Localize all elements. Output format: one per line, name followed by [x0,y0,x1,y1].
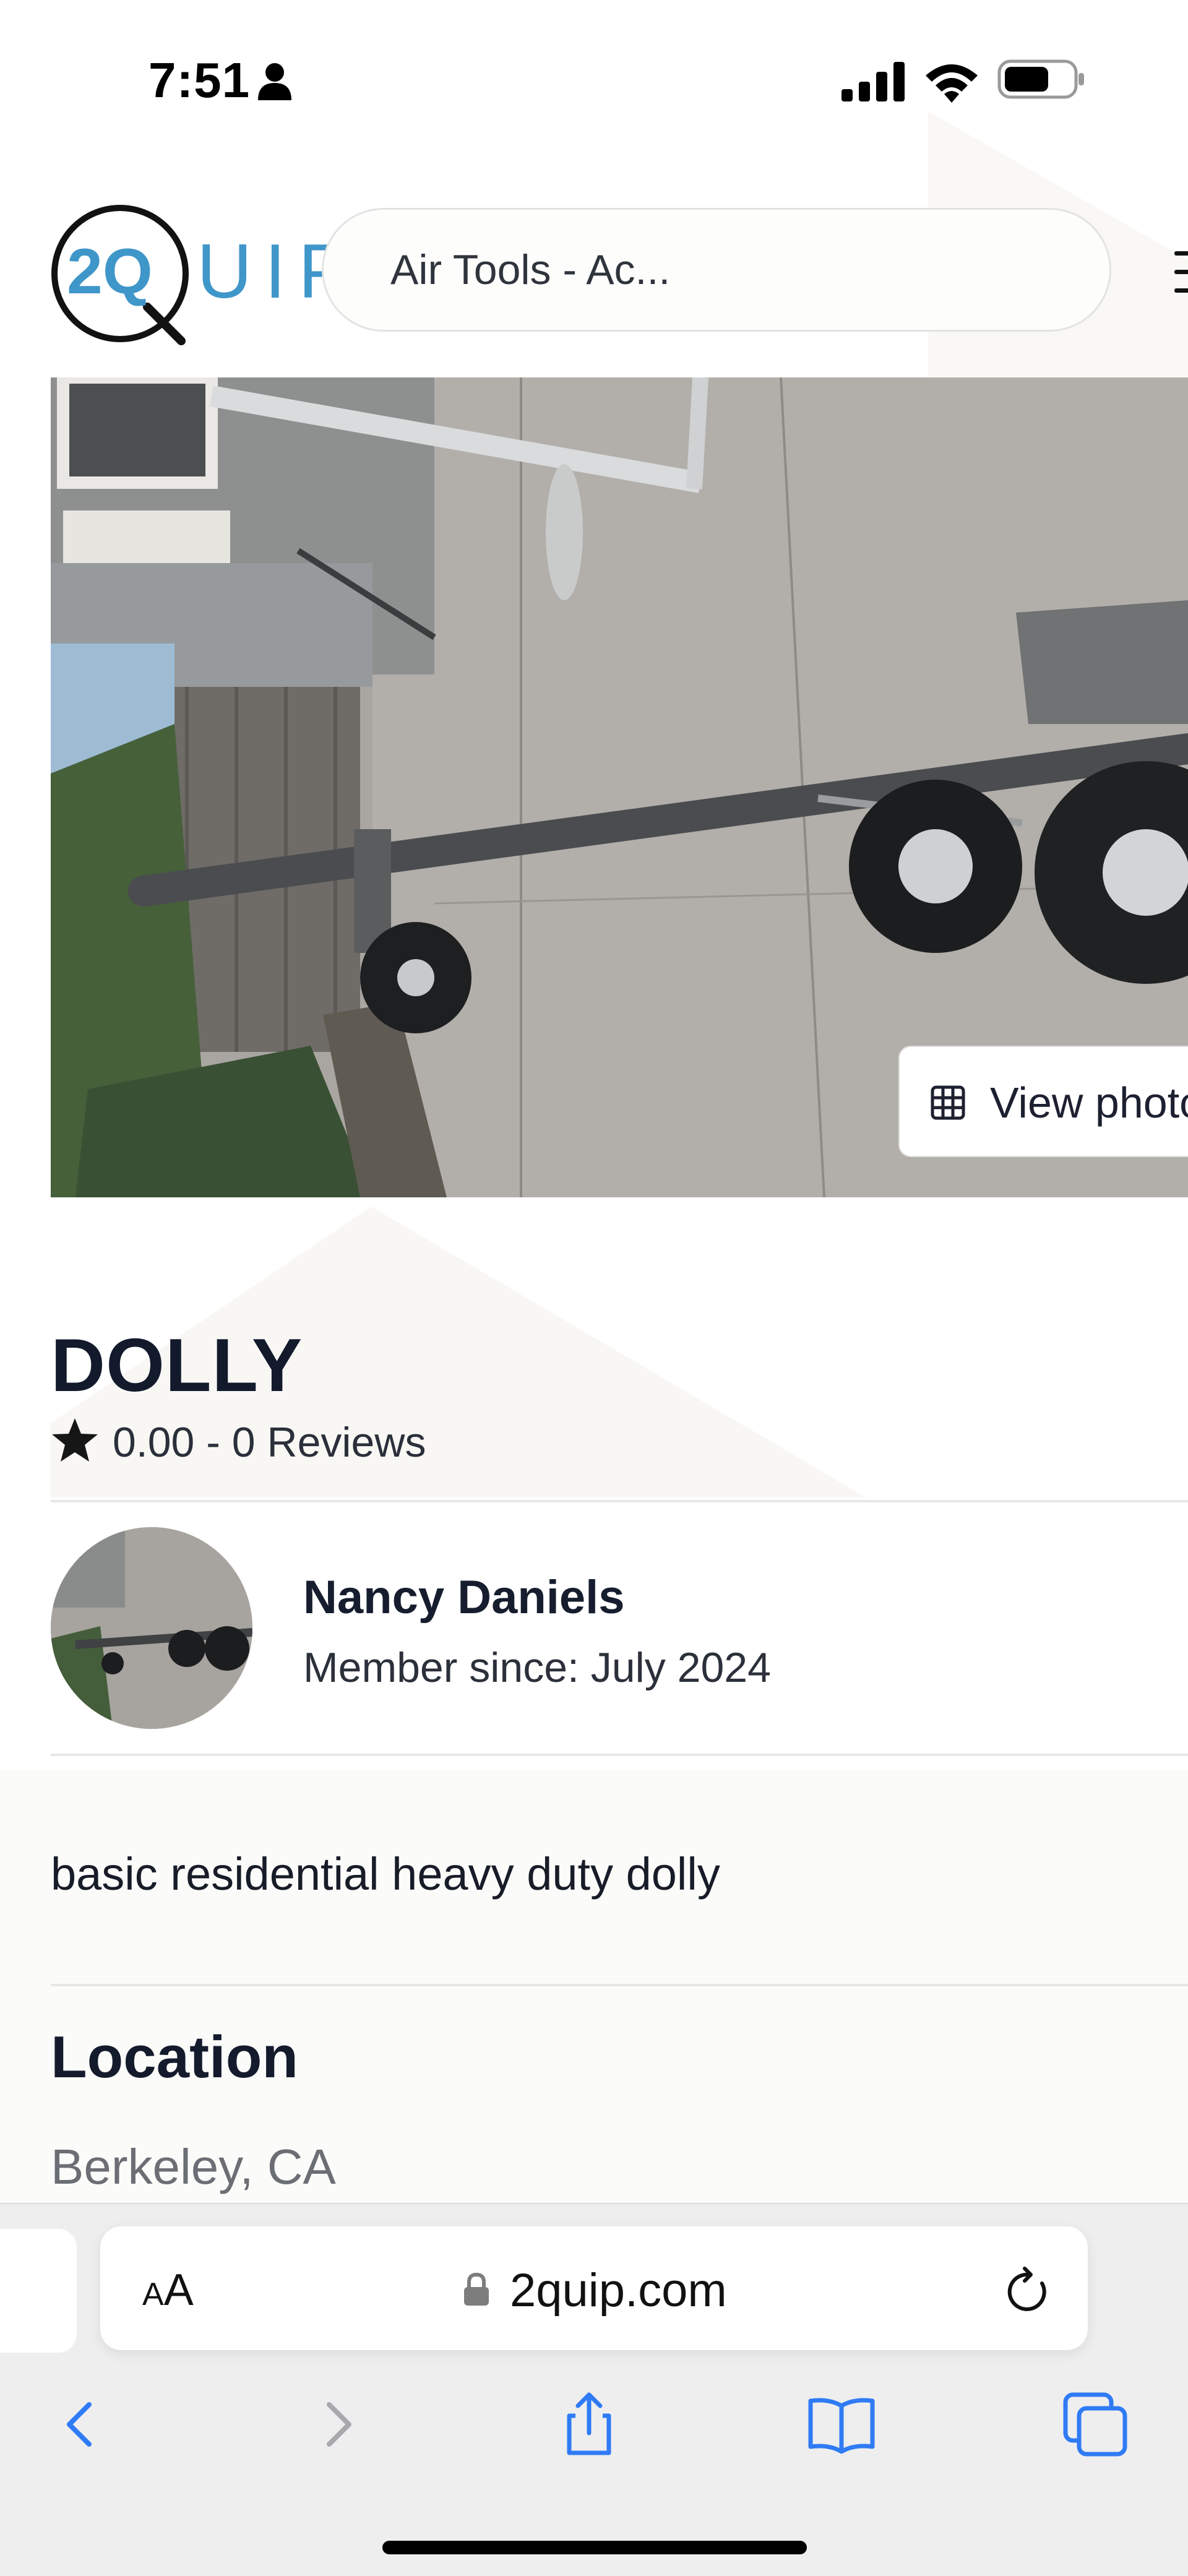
view-photos-button[interactable]: View photos [898,1046,1188,1157]
status-time: 7:51 [148,53,251,108]
reader-aa-button[interactable]: AA [142,2265,194,2315]
share-icon[interactable] [552,2387,626,2462]
tabs-icon[interactable] [1058,2387,1132,2462]
avatar-photo [51,1527,252,1729]
grid-icon [931,1085,965,1120]
reload-icon[interactable] [1004,2265,1053,2317]
lock-icon [464,2272,489,2306]
divider [51,1500,1188,1502]
divider [51,1754,1188,1756]
address-bar[interactable]: AA 2quip.com [100,2226,1088,2350]
wifi-icon [926,64,978,103]
cellular-signal-icon [842,62,905,101]
divider [51,1984,1188,1986]
hamburger-menu-icon[interactable] [1171,245,1188,299]
member-since: Member since: July 2024 [303,1644,771,1691]
rating-text[interactable]: 0.00 - 0 Reviews [113,1418,426,1467]
search-value: Air Tools - Ac... [390,246,671,293]
battery-icon [997,59,1084,99]
bookmarks-icon[interactable] [804,2387,879,2462]
listing-description: basic residential heavy duty dolly [51,1848,720,1900]
back-icon[interactable] [42,2387,116,2462]
star-icon [52,1418,98,1462]
browser-toolbar: AA 2quip.com [0,2203,1188,2576]
person-icon [258,63,291,100]
listing-title: DOLLY [51,1323,303,1407]
url-text: 2quip.com [510,2264,727,2317]
location-heading: Location [51,2024,298,2090]
previous-tab-preview[interactable] [0,2229,77,2353]
home-indicator[interactable] [382,2541,807,2554]
logo-mark-text: 2Q [67,236,153,308]
owner-avatar[interactable] [51,1527,252,1729]
owner-name[interactable]: Nancy Daniels [303,1570,625,1624]
category-search-input[interactable]: Air Tools - Ac... [322,208,1111,332]
forward-icon[interactable] [302,2387,376,2462]
site-header: 2Q UIP Air Tools - Ac... [0,179,1188,365]
location-value: Berkeley, CA [51,2139,336,2194]
status-bar: 7:51 [0,0,1188,155]
logo-mark[interactable]: 2Q [48,202,197,350]
view-photos-label: View photos [990,1079,1188,1127]
